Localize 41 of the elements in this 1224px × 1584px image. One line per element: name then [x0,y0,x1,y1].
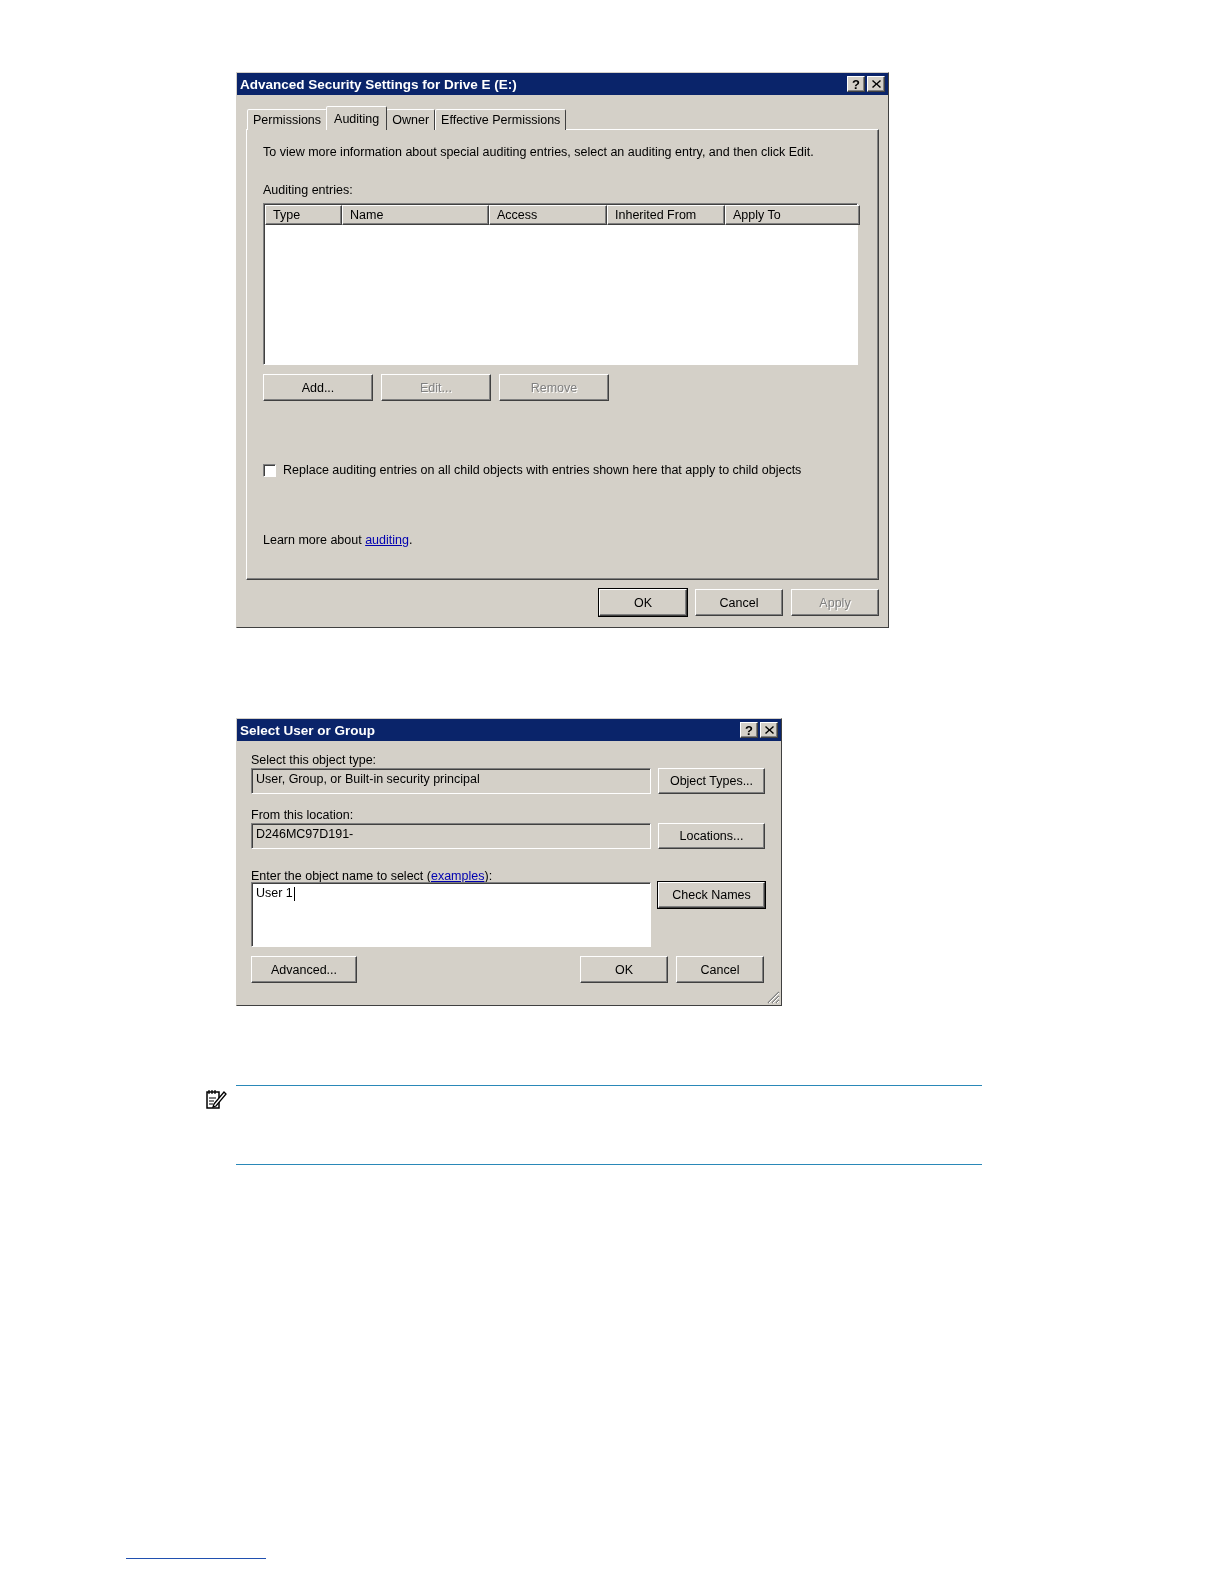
help-link[interactable]: examples [430,869,485,883]
tab[interactable]: Owner [386,109,436,130]
column-header[interactable]: Access [489,205,607,225]
dialog-button[interactable]: Check Names [658,882,765,908]
field-label: Select this object type: [251,753,378,768]
dialog-button[interactable]: Advanced... [251,956,357,983]
help-link[interactable]: auditing [365,533,409,547]
resize-grip-icon[interactable] [766,990,780,1004]
window-title: Select User or Group [240,722,376,738]
text-field[interactable]: D246MC97D191- [251,823,651,849]
close-button[interactable] [760,722,778,738]
checkbox-label: Replace auditing entries on all child objects with entries shown here that apply to child objects [283,463,802,477]
checkbox[interactable] [263,463,276,477]
dialog-button[interactable]: Object Types... [658,768,765,794]
column-header[interactable]: Apply To [725,205,860,225]
tab[interactable]: Permissions [247,109,328,130]
tab[interactable]: Effective Permissions [435,109,567,130]
object-name-field[interactable]: User 1 [251,882,651,947]
dialog-button[interactable]: Locations... [658,823,765,849]
close-button[interactable] [867,76,885,92]
field-label: From this location: [251,808,355,823]
entries-label: Auditing entries: [263,183,354,197]
dialog-button[interactable]: Cancel [695,589,783,616]
column-header[interactable]: Name [342,205,489,225]
entries-list[interactable]: Type Name Access Inherited From Apply To [263,203,858,365]
instructions-text: To view more information about special auditing entries, select an auditing entry, and then click Edit. [263,145,815,159]
text-field[interactable]: User, Group, or Built-in security principal [251,768,651,794]
note-icon [205,1088,227,1110]
help-button[interactable]: ? [847,76,865,92]
window-title: Advanced Security Settings for Drive E (E:) [240,76,517,92]
help-button[interactable]: ? [740,722,758,738]
close-icon [871,80,881,88]
column-header[interactable]: Type [265,205,342,225]
dialog-button[interactable]: OK [599,589,687,616]
list-button[interactable]: Add... [263,374,373,401]
dialog-button[interactable]: Cancel [676,956,764,983]
close-icon [764,726,774,734]
column-header[interactable]: Inherited From [607,205,725,225]
learn-more-text: Learn more about auditing. [263,533,414,547]
dialog-button[interactable]: OK [580,956,668,983]
tab[interactable]: Auditing [326,106,388,130]
